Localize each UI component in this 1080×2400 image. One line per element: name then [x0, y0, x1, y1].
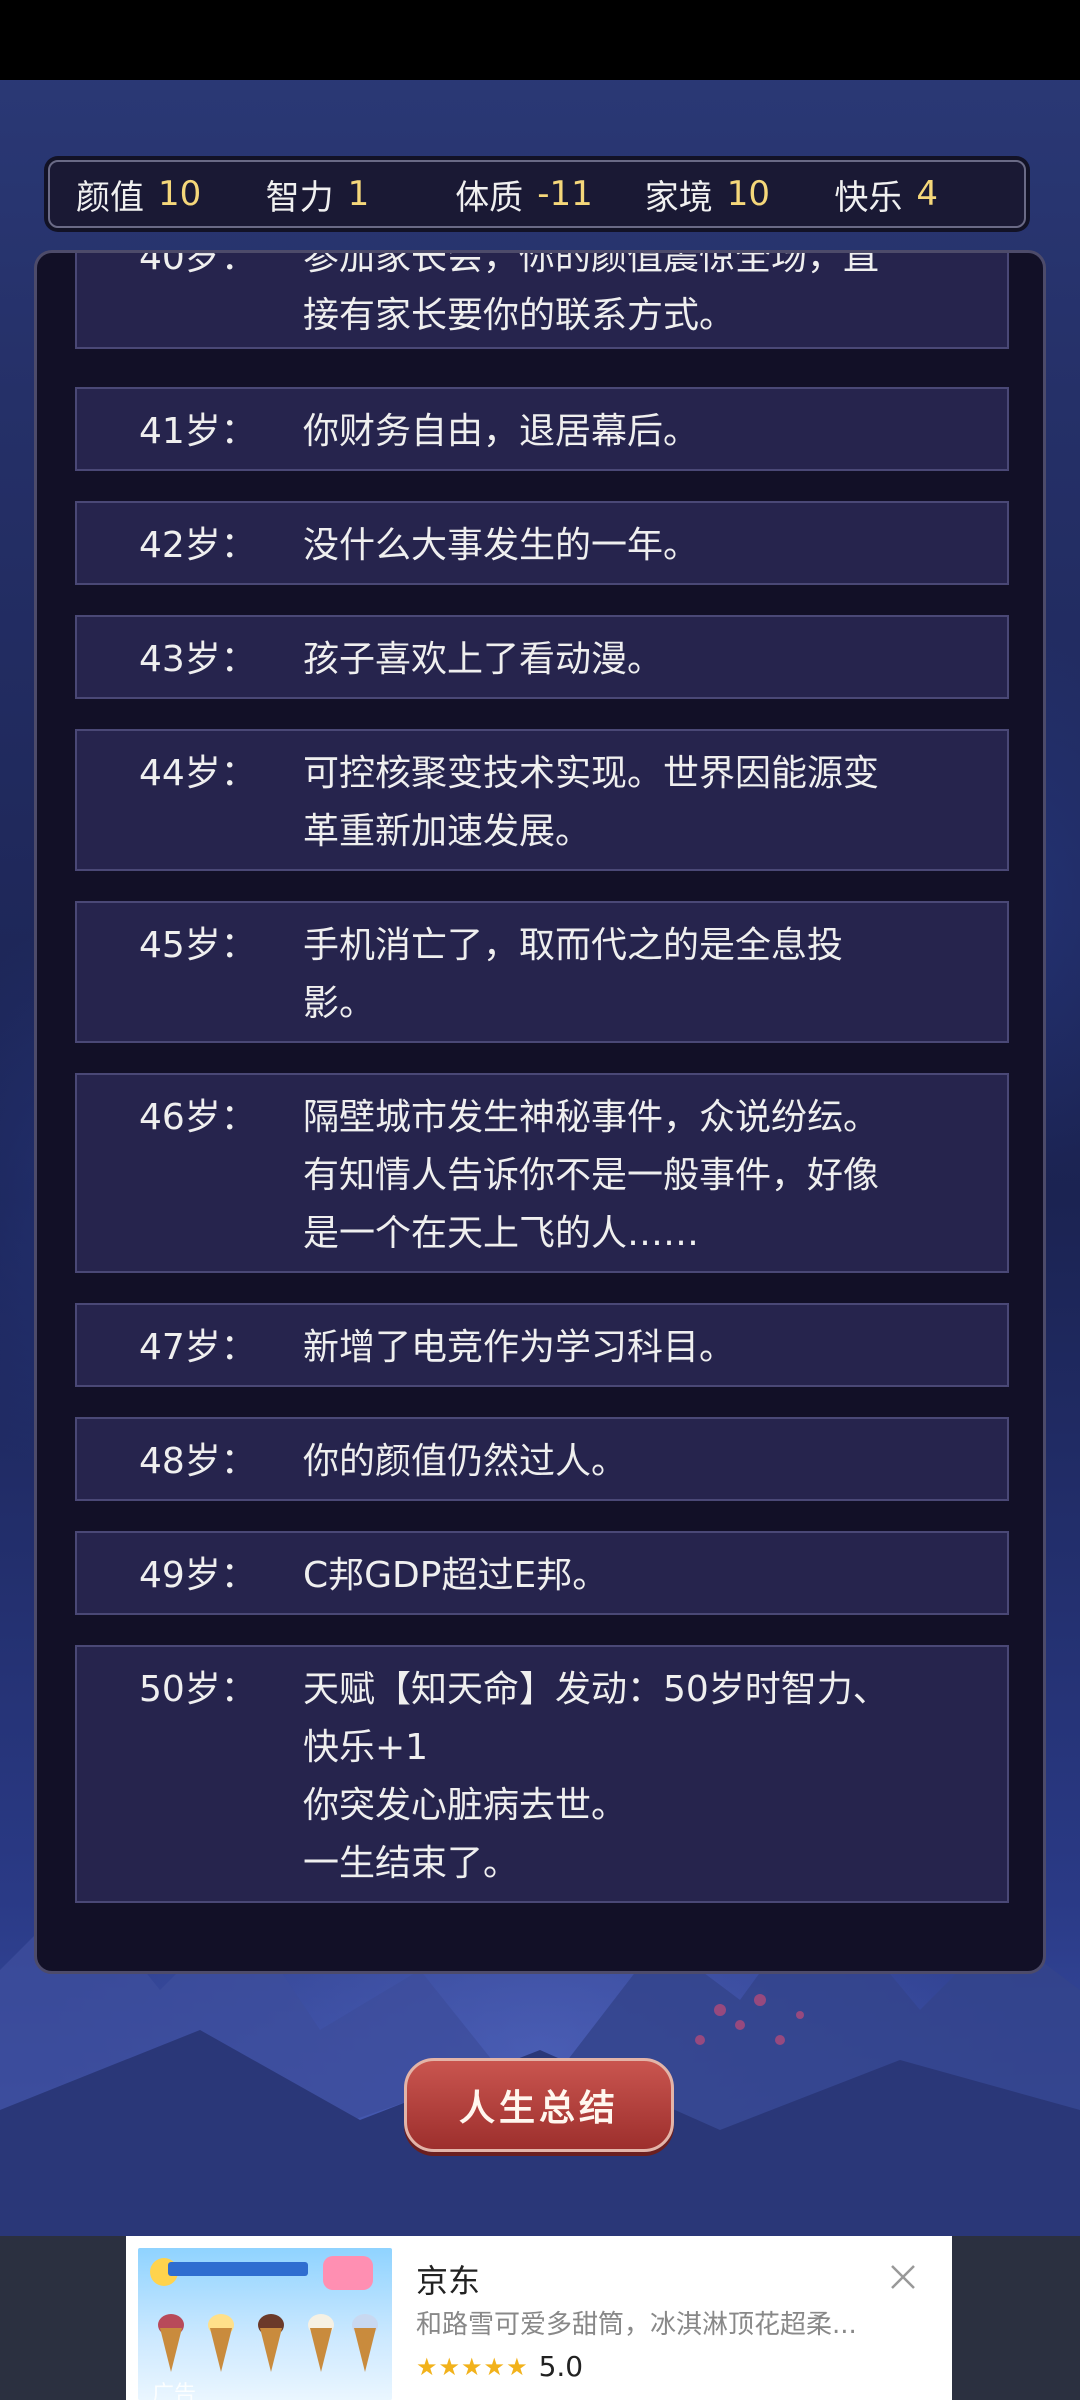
life-event-item: 45岁： 手机消亡了，取而代之的是全息投 影。	[75, 901, 1009, 1043]
life-event-item: 49岁： C邦GDP超过E邦。	[75, 1531, 1009, 1615]
life-event-item: 50岁： 天赋【知天命】发动：50岁时智力、 快乐+1 你突发心脏病去世。 一生结束了。	[75, 1645, 1009, 1903]
event-text-line: 革重新加速发展。	[303, 811, 592, 852]
brand-logo-icon	[323, 2256, 373, 2290]
stat-value: 10	[158, 174, 202, 214]
event-text: 新增了电竞作为学习科目。	[303, 1319, 983, 1377]
event-text: 可控核聚变技术实现。世界因能源变 革重新加速发展。	[303, 745, 983, 861]
event-text-line: 可控核聚变技术实现。世界因能源变	[303, 753, 880, 794]
event-age: 46岁：	[139, 1097, 257, 1138]
event-text: 你财务自由，退居幕后。	[303, 403, 983, 461]
stat-label: 快乐	[834, 177, 903, 218]
event-age: 45岁：	[139, 925, 257, 966]
event-text-line: 你的颜值仍然过人。	[303, 1441, 628, 1482]
life-event-item: 47岁： 新增了电竞作为学习科目。	[75, 1303, 1009, 1387]
life-summary-button[interactable]: 人生总结	[404, 2058, 674, 2152]
life-event-item: 44岁： 可控核聚变技术实现。世界因能源变 革重新加速发展。	[75, 729, 1009, 871]
ad-banner[interactable]: 广告 京东 和路雪可爱多甜筒，冰淇淋顶花超柔... ★★★★★ 5.0	[126, 2236, 952, 2400]
event-text-line: 没什么大事发生的一年。	[303, 525, 700, 566]
ad-image-banner	[168, 2262, 308, 2276]
event-text-line: 是一个在天上飞的人……	[303, 1213, 700, 1254]
stat-value: 4	[916, 174, 939, 214]
event-text: 没什么大事发生的一年。	[303, 517, 983, 575]
event-text-line: 快乐+1	[303, 1727, 429, 1768]
stat-value: 1	[347, 174, 370, 214]
event-text-line: 有知情人告诉你不是一般事件，好像	[303, 1155, 880, 1196]
event-age: 43岁：	[139, 639, 257, 680]
event-age: 42岁：	[139, 525, 257, 566]
event-text-line: 孩子喜欢上了看动漫。	[303, 639, 664, 680]
close-icon[interactable]	[886, 2260, 920, 2294]
event-text: 手机消亡了，取而代之的是全息投 影。	[303, 917, 983, 1033]
ice-cream-cone-icon	[354, 2328, 376, 2372]
attribute-bar: 颜值 10 智力 1 体质 -11 家境 10 快乐 4	[48, 160, 1026, 228]
event-text-line: C邦GDP超过E邦。	[303, 1555, 609, 1596]
stat-appearance: 颜值 10	[76, 170, 266, 219]
event-text-line: 手机消亡了，取而代之的是全息投	[303, 925, 844, 966]
life-event-item: 40岁： 参加家长会，你的颜值震惊全场，直接有家长要你的联系方式。	[75, 250, 1009, 349]
ice-cream-cone-icon	[260, 2328, 282, 2372]
life-events-panel[interactable]: 40岁： 参加家长会，你的颜值震惊全场，直接有家长要你的联系方式。 41岁： 你财务自…	[34, 250, 1046, 1974]
life-event-item: 42岁： 没什么大事发生的一年。	[75, 501, 1009, 585]
ad-image[interactable]: 广告	[138, 2248, 392, 2400]
event-text-line: 影。	[303, 983, 376, 1024]
event-age: 50岁：	[139, 1669, 257, 1710]
event-text: C邦GDP超过E邦。	[303, 1547, 983, 1605]
event-text-line: 天赋【知天命】发动：50岁时智力、	[303, 1669, 889, 1710]
ad-rating-value: 5.0	[538, 2350, 584, 2383]
event-text: 隔壁城市发生神秘事件，众说纷纭。 有知情人告诉你不是一般事件，好像 是一个在天上飞的…	[303, 1089, 983, 1263]
event-age: 49岁：	[139, 1555, 257, 1596]
stat-intelligence: 智力 1	[266, 170, 456, 219]
ad-description[interactable]: 和路雪可爱多甜筒，冰淇淋顶花超柔...	[416, 2304, 857, 2341]
ice-cream-cone-icon	[160, 2328, 182, 2372]
ice-cream-cone-icon	[210, 2328, 232, 2372]
event-age: 47岁：	[139, 1327, 257, 1368]
event-text-line: 你财务自由，退居幕后。	[303, 411, 700, 452]
stat-label: 智力	[265, 177, 334, 218]
event-text-line: 参加家长会，你的颜值震惊全场，直	[303, 250, 880, 278]
life-event-item: 48岁： 你的颜值仍然过人。	[75, 1417, 1009, 1501]
event-text: 你的颜值仍然过人。	[303, 1433, 983, 1491]
event-age: 41岁：	[139, 411, 257, 452]
event-text-line: 你突发心脏病去世。	[303, 1785, 628, 1826]
event-age: 40岁：	[139, 250, 257, 278]
stat-family: 家境 10	[645, 170, 835, 219]
stat-value: -11	[537, 174, 593, 214]
stat-happiness: 快乐 4	[834, 170, 1024, 219]
stat-label: 家境	[644, 177, 713, 218]
stat-constitution: 体质 -11	[455, 170, 645, 219]
ad-title[interactable]: 京东	[416, 2256, 480, 2302]
ice-cream-cone-icon	[310, 2328, 332, 2372]
status-bar	[0, 0, 1080, 80]
event-text-line: 接有家长要你的联系方式。	[303, 295, 736, 336]
event-age: 48岁：	[139, 1441, 257, 1482]
event-text-line: 隔壁城市发生神秘事件，众说纷纭。	[303, 1097, 880, 1138]
event-age: 44岁：	[139, 753, 257, 794]
stat-value: 10	[726, 174, 771, 214]
life-event-item: 46岁： 隔壁城市发生神秘事件，众说纷纭。 有知情人告诉你不是一般事件，好像 是一个在…	[75, 1073, 1009, 1273]
stat-label: 颜值	[76, 177, 144, 218]
event-text: 参加家长会，你的颜值震惊全场，直接有家长要你的联系方式。	[303, 250, 983, 345]
star-rating-icon: ★★★★★	[416, 2352, 529, 2381]
stat-label: 体质	[455, 177, 524, 218]
ad-label: 广告	[152, 2382, 197, 2400]
event-text: 天赋【知天命】发动：50岁时智力、 快乐+1 你突发心脏病去世。 一生结束了。	[303, 1661, 983, 1893]
event-text: 孩子喜欢上了看动漫。	[303, 631, 983, 689]
life-event-item: 43岁： 孩子喜欢上了看动漫。	[75, 615, 1009, 699]
life-event-item: 41岁： 你财务自由，退居幕后。	[75, 387, 1009, 471]
ad-rating: ★★★★★ 5.0	[416, 2350, 583, 2383]
life-events-list: 40岁： 参加家长会，你的颜值震惊全场，直接有家长要你的联系方式。 41岁： 你财务自…	[37, 253, 1043, 1971]
event-text-line: 一生结束了。	[303, 1843, 520, 1884]
event-text-line: 新增了电竞作为学习科目。	[303, 1327, 736, 1368]
